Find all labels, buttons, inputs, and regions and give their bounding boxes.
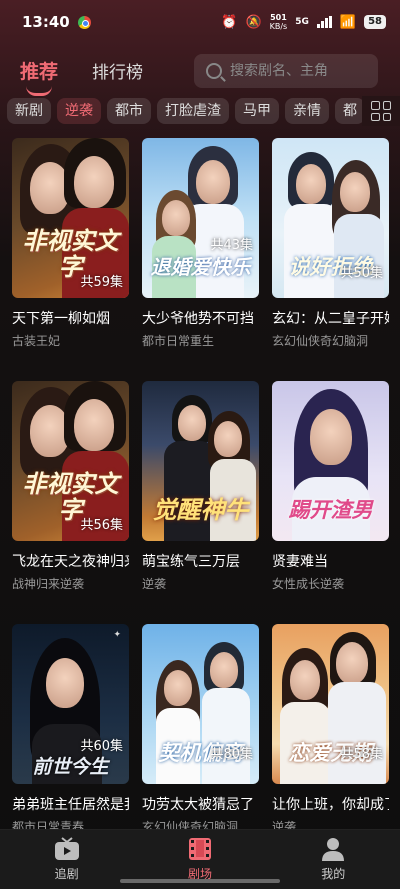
drama-title: 天下第一柳如烟 (12, 311, 110, 327)
cover-logo: 前世今生 (32, 756, 109, 778)
drama-tags: 女性成长逆袭 (272, 577, 345, 591)
active-tab-indicator (26, 86, 52, 96)
episode-count: 共58集 (340, 747, 383, 762)
tab-rank[interactable]: 排行榜 (92, 58, 143, 83)
category-chip[interactable]: 新剧 (7, 98, 51, 124)
category-chip[interactable]: 亲情 (285, 98, 329, 124)
drama-title: 大少爷他势不可挡 (142, 311, 254, 327)
drama-tags: 逆袭 (142, 577, 167, 591)
status-bar: 13:40 ⏰ 🔕 501 KB/s 5G 📶 58 (0, 0, 400, 44)
category-chip[interactable]: 打脸虐渣 (157, 98, 229, 124)
grid-icon (371, 101, 391, 121)
drama-card[interactable]: 恋爱无期 共58集 让你上班，你却成了 逆袭 (272, 624, 389, 835)
chrome-notification-icon (77, 15, 91, 29)
episode-count: 共56集 (80, 518, 123, 533)
category-chips: 新剧 逆袭 都市 打脸虐渣 马甲 亲情 都 (0, 96, 400, 126)
cover-logo: 踢开渣男 (288, 498, 373, 522)
bottom-nav: 追剧 剧场 我的 (0, 829, 400, 889)
drama-row: 非视实文字 共56集 飞龙在天之夜神归来 战神归来逆袭 觉醒神牛 萌宝练气三万层… (0, 381, 400, 592)
episode-count: 共50集 (340, 266, 383, 281)
episode-count: 共80集 (210, 747, 253, 762)
drama-row: 非视实文字 共59集 天下第一柳如烟 古装王妃 退婚爱快乐 共43集 大少爷他势… (0, 138, 400, 349)
drama-title: 弟弟班主任居然是我 (12, 797, 129, 813)
drama-title: 贤妻难当 (272, 554, 328, 570)
episode-count: 共60集 (80, 739, 123, 754)
signal-icon (316, 16, 332, 28)
home-indicator[interactable] (120, 879, 280, 883)
drama-title: 让你上班，你却成了 (272, 797, 389, 813)
drama-grid: 非视实文字 共59集 天下第一柳如烟 古装王妃 退婚爱快乐 共43集 大少爷他势… (0, 138, 400, 835)
drama-card[interactable]: ✦ 前世今生 共60集 弟弟班主任居然是我 都市日常青春 (12, 624, 129, 835)
drama-cover[interactable]: 非视实文字 共56集 (12, 381, 129, 541)
wifi-icon: 📶 (339, 14, 357, 30)
drama-cover[interactable]: 踢开渣男 (272, 381, 389, 541)
drama-cover[interactable]: 退婚爱快乐 共43集 (142, 138, 259, 298)
category-chip-active[interactable]: 逆袭 (57, 98, 101, 124)
tab-recommend[interactable]: 推荐 (20, 57, 59, 96)
drama-cover[interactable]: 契机偏离 共80集 (142, 624, 259, 784)
cover-logo: 退婚爱快乐 (150, 255, 251, 279)
drama-tags: 古装王妃 (12, 334, 61, 348)
drama-cover[interactable]: 觉醒神牛 (142, 381, 259, 541)
drama-tags: 战神归来逆袭 (12, 577, 85, 591)
episode-count: 共59集 (80, 275, 123, 290)
drama-title: 玄幻：从二皇子开始 (272, 311, 389, 327)
header: 推荐 排行榜 (0, 44, 400, 96)
cover-logo: 觉醒神牛 (152, 496, 249, 524)
network-speed: 501 KB/s (270, 13, 288, 31)
drama-card[interactable]: 契机偏离 共80集 功劳太大被猜忌了 玄幻仙侠奇幻脑洞 (142, 624, 259, 835)
category-chip[interactable]: 都 (335, 98, 365, 124)
tv-icon (54, 837, 79, 860)
search-input[interactable] (230, 63, 370, 79)
drama-tags: 玄幻仙侠奇幻脑洞 (272, 334, 369, 348)
drama-card[interactable]: 非视实文字 共56集 飞龙在天之夜神归来 战神归来逆袭 (12, 381, 129, 592)
search-icon (206, 63, 222, 79)
episode-count: 共43集 (210, 238, 253, 253)
status-right: ⏰ 🔕 501 KB/s 5G 📶 58 (221, 13, 386, 31)
mute-icon: 🔕 (245, 14, 262, 30)
alarm-icon: ⏰ (221, 14, 238, 30)
nav-item-mine[interactable]: 我的 (288, 837, 378, 882)
nav-item-follow[interactable]: 追剧 (22, 837, 112, 882)
drama-card[interactable]: 踢开渣男 贤妻难当 女性成长逆袭 (272, 381, 389, 592)
tab-recommend-label: 推荐 (20, 60, 59, 83)
film-icon (188, 838, 211, 860)
category-chip[interactable]: 都市 (107, 98, 151, 124)
drama-title: 萌宝练气三万层 (142, 554, 240, 570)
nav-item-theater[interactable]: 剧场 (155, 837, 245, 882)
all-categories-button[interactable] (362, 96, 400, 126)
cover-badge: ✦ (113, 630, 121, 640)
drama-cover[interactable]: 恋爱无期 共58集 (272, 624, 389, 784)
network-speed-value: 501 (270, 13, 287, 22)
drama-card[interactable]: 退婚爱快乐 共43集 大少爷他势不可挡 都市日常重生 (142, 138, 259, 349)
battery-indicator: 58 (364, 15, 386, 29)
drama-cover[interactable]: ✦ 前世今生 共60集 (12, 624, 129, 784)
drama-row: ✦ 前世今生 共60集 弟弟班主任居然是我 都市日常青春 契机偏离 共80集 功… (0, 624, 400, 835)
drama-card[interactable]: 说好拒绝 共50集 玄幻：从二皇子开始 玄幻仙侠奇幻脑洞 (272, 138, 389, 349)
search-box[interactable] (194, 54, 378, 88)
drama-cover[interactable]: 说好拒绝 共50集 (272, 138, 389, 298)
drama-title: 飞龙在天之夜神归来 (12, 554, 129, 570)
network-type: 5G (295, 17, 309, 27)
drama-title: 功劳太大被猜忌了 (142, 797, 254, 813)
status-time: 13:40 (22, 13, 70, 31)
nav-label: 追剧 (54, 867, 79, 881)
person-icon (322, 838, 345, 861)
drama-card[interactable]: 非视实文字 共59集 天下第一柳如烟 古装王妃 (12, 138, 129, 349)
drama-tags: 都市日常重生 (142, 334, 215, 348)
network-speed-unit: KB/s (269, 22, 288, 31)
drama-cover[interactable]: 非视实文字 共59集 (12, 138, 129, 298)
category-chip[interactable]: 马甲 (235, 98, 279, 124)
nav-label: 我的 (321, 867, 346, 881)
status-left: 13:40 (22, 13, 91, 31)
drama-card[interactable]: 觉醒神牛 萌宝练气三万层 逆袭 (142, 381, 259, 592)
